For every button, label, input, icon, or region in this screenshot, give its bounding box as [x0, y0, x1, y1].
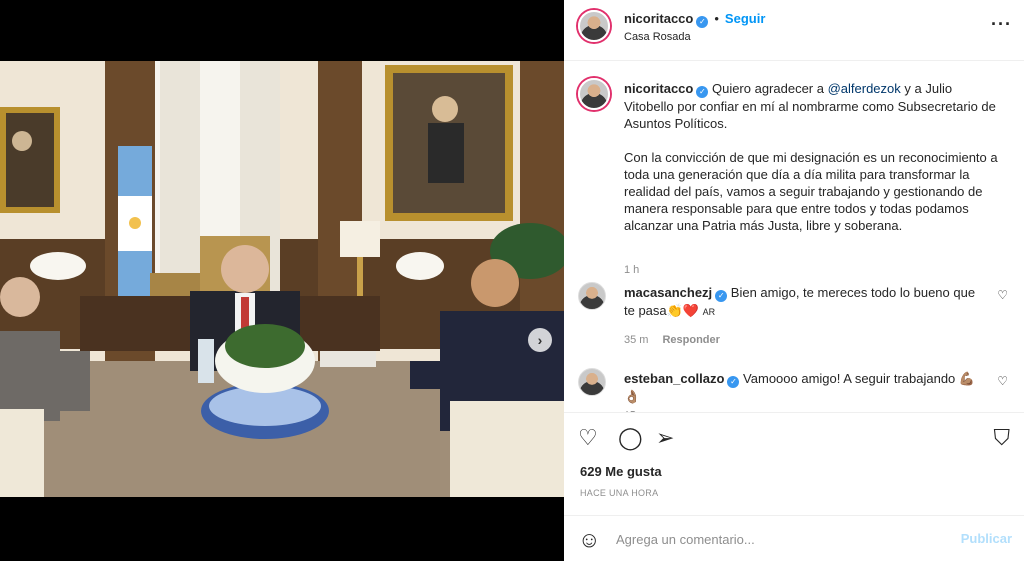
comment-time: 35 m [624, 334, 649, 346]
comment-emojis: 👏❤️ [666, 303, 700, 318]
avatar[interactable] [578, 282, 606, 310]
post-timestamp: HACE UNA HORA [580, 488, 659, 498]
comment-icon[interactable]: ◯ [618, 425, 643, 451]
likes-count[interactable]: 629 Me gusta [580, 464, 662, 479]
heart-icon[interactable]: ♡ [578, 425, 598, 451]
action-bar: ♡ ◯ ➢ ⛉ [564, 412, 1024, 462]
post-photo[interactable]: › [0, 61, 564, 497]
caption-username[interactable]: nicoritacco [624, 81, 693, 96]
bookmark-icon[interactable]: ⛉ [993, 425, 1010, 451]
photo-illustration [0, 61, 564, 497]
post-panel: nicoritacco ✓ • Seguir Casa Rosada ··· nico… [564, 0, 1024, 561]
verified-badge-icon: ✓ [696, 16, 709, 28]
caption-text-before: Quiero agradecer a [708, 81, 828, 96]
reply-button[interactable]: Responder [662, 334, 719, 346]
separator-dot: • [714, 11, 719, 26]
post-header: nicoritacco ✓ • Seguir Casa Rosada ··· [564, 0, 1024, 61]
publish-button[interactable]: Publicar [961, 531, 1012, 546]
comment-username[interactable]: macasanchezj [624, 285, 712, 300]
comments-list[interactable]: nicoritacco ✓ Quiero agradecer a @alferde… [564, 62, 1024, 412]
caption-paragraph: Con la convicción de que mi designación … [624, 150, 998, 233]
comment-input[interactable] [616, 526, 946, 552]
add-comment-bar: ☺ Publicar [564, 515, 1024, 561]
header-user: nicoritacco ✓ • Seguir [624, 11, 765, 28]
like-comment-heart-icon[interactable]: ♡ [997, 374, 1008, 388]
comment-text: macasanchezj ✓ Bien amigo, te mereces tod… [624, 284, 984, 321]
verified-badge-icon: ✓ [727, 376, 740, 388]
verified-badge-icon: ✓ [715, 290, 728, 302]
location-link[interactable]: Casa Rosada [624, 31, 691, 43]
post-media: › [0, 0, 564, 561]
emoji-icon[interactable]: ☺ [578, 527, 600, 553]
like-comment-heart-icon[interactable]: ♡ [997, 288, 1008, 302]
caption-time: 1 h [624, 264, 640, 276]
share-icon[interactable]: ➢ [656, 425, 674, 451]
country-flag: AR [702, 307, 716, 317]
comment-body: Vamoooo amigo! A seguir trabajando [739, 371, 959, 386]
chevron-right-icon: › [537, 332, 543, 348]
mention-link[interactable]: @alferdezok [828, 81, 901, 96]
comment-meta: 35 m Responder [624, 334, 720, 346]
avatar[interactable] [578, 10, 610, 42]
follow-button[interactable]: Seguir [725, 11, 765, 26]
comment-username[interactable]: esteban_collazo [624, 371, 724, 386]
comment-text: esteban_collazo ✓ Vamoooo amigo! A seguir… [624, 370, 984, 412]
next-image-button[interactable]: › [528, 328, 552, 352]
avatar[interactable] [578, 368, 606, 396]
avatar[interactable] [578, 78, 610, 110]
username-link[interactable]: nicoritacco [624, 11, 693, 26]
more-horizontal-icon[interactable]: ··· [991, 14, 1012, 35]
caption-text: nicoritacco ✓ Quiero agradecer a @alferde… [624, 80, 1004, 251]
verified-badge-icon: ✓ [696, 86, 709, 98]
